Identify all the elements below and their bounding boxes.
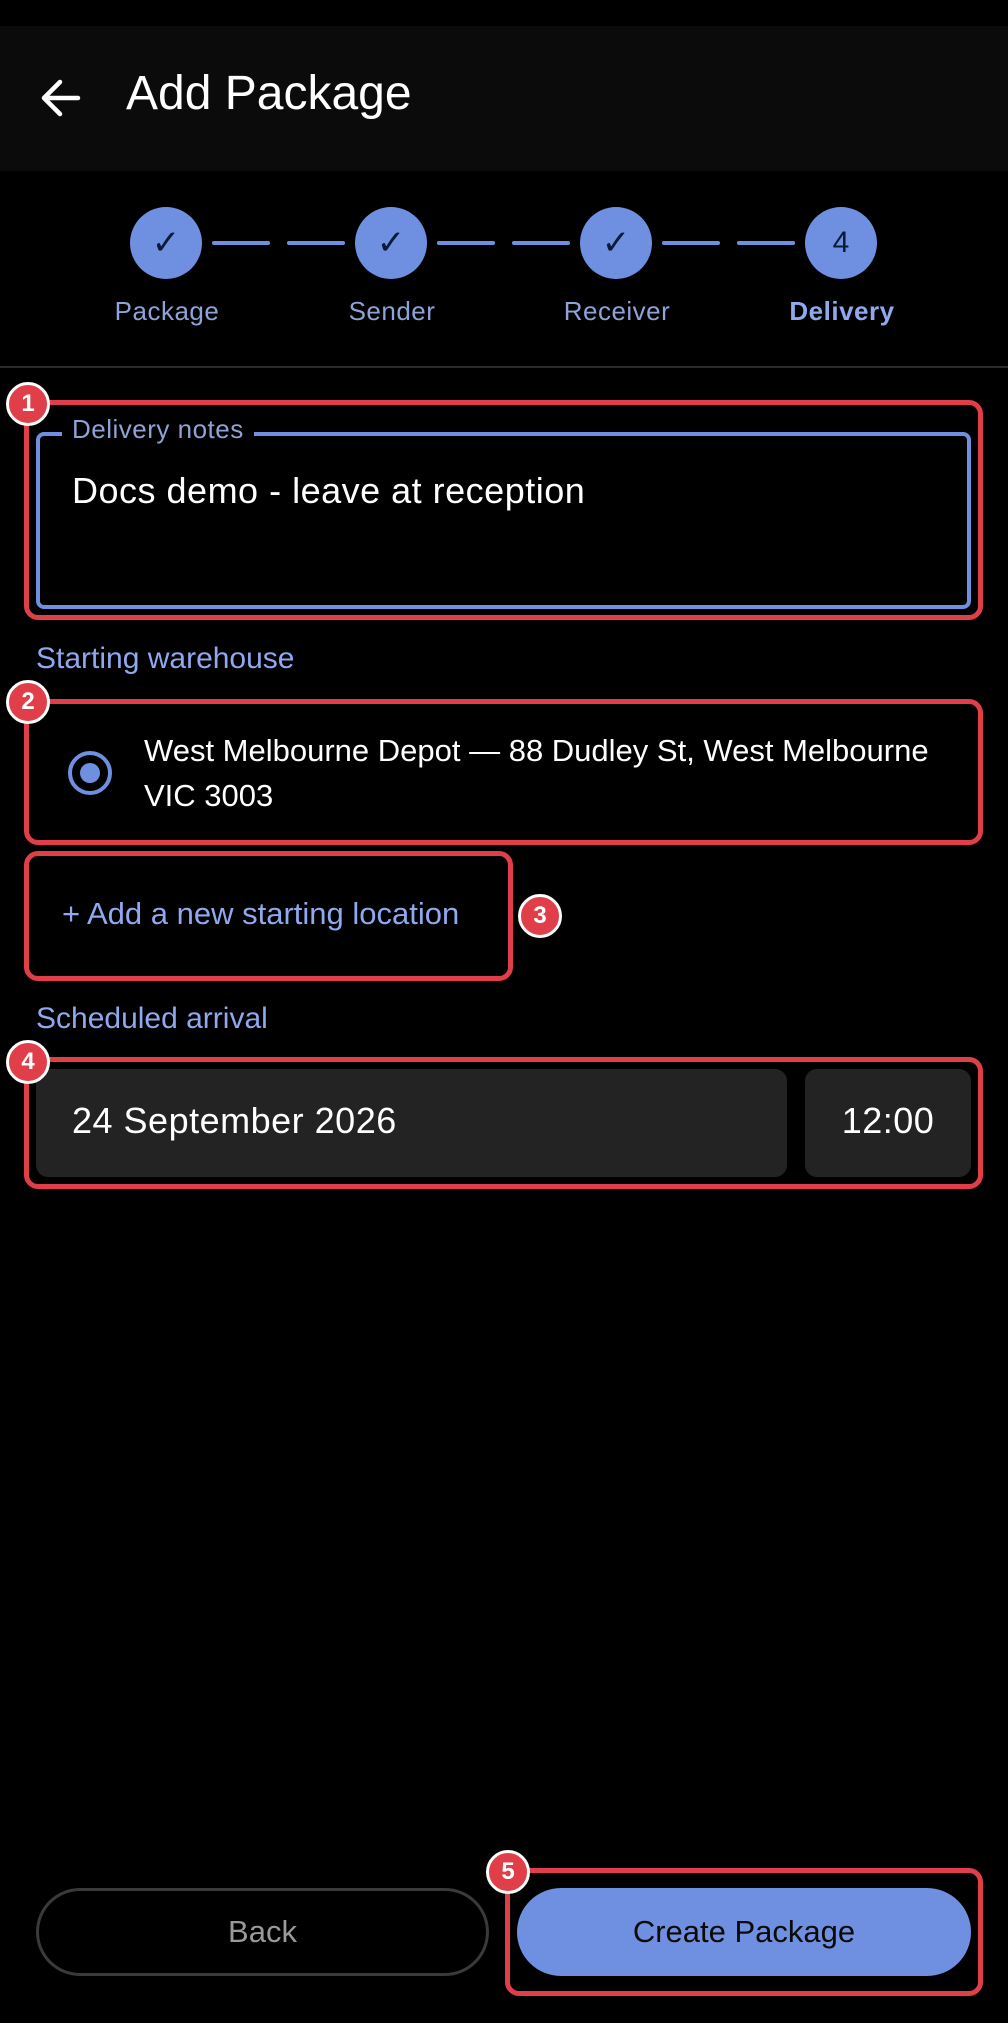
annotation-badge: 1: [6, 382, 50, 426]
step-label-sender: Sender: [348, 296, 436, 326]
highlight-box: [24, 851, 513, 981]
step-connector: [662, 241, 720, 245]
highlight-box: [24, 400, 983, 620]
status-bar: [0, 0, 1008, 26]
step-4-number: 4: [805, 207, 877, 279]
step-2-check-icon: ✓: [355, 207, 427, 279]
step-label-package: Package: [114, 296, 220, 326]
annotation-badge: 2: [6, 680, 50, 724]
step-label-delivery: Delivery: [789, 296, 895, 326]
back-button[interactable]: Back: [36, 1888, 489, 1976]
starting-warehouse-label: Starting warehouse: [36, 642, 295, 675]
step-connector: [287, 241, 345, 245]
step-connector: [737, 241, 795, 245]
annotation-badge: 5: [486, 1850, 530, 1894]
step-1-check-icon: ✓: [130, 207, 202, 279]
highlight-box: [24, 1057, 983, 1189]
highlight-box: [505, 1868, 983, 1996]
annotation-badge: 4: [6, 1040, 50, 1084]
step-connector: [512, 241, 570, 245]
step-connector: [212, 241, 270, 245]
page-title: Add Package: [126, 67, 412, 120]
step-connector: [437, 241, 495, 245]
scheduled-arrival-label: Scheduled arrival: [36, 1002, 268, 1035]
arrow-left-icon[interactable]: [38, 70, 88, 126]
annotation-badge: 3: [518, 894, 562, 938]
divider: [0, 366, 1008, 368]
highlight-box: [24, 699, 983, 845]
step-label-receiver: Receiver: [563, 296, 671, 326]
step-3-check-icon: ✓: [580, 207, 652, 279]
